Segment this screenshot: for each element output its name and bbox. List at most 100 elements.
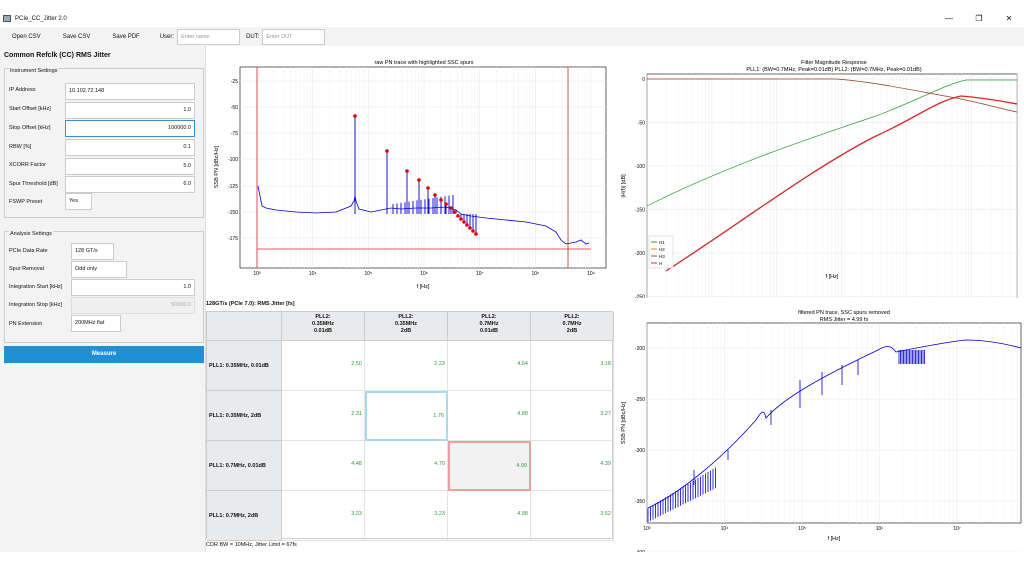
- spur-marker: [385, 149, 389, 153]
- rbw-input[interactable]: 0.1: [65, 139, 195, 156]
- matrix-col-header-line: PLL2:: [564, 314, 580, 320]
- spur-marker: [453, 210, 457, 214]
- y-tick: -75: [231, 131, 238, 137]
- spur-marker: [449, 206, 453, 210]
- filtered-title: filtered PN trace, SSC spurs removed: [798, 310, 890, 316]
- y-tick: -50: [231, 105, 238, 111]
- matrix-cell[interactable]: 2.50: [282, 341, 365, 391]
- filter-response-plot: Filter Magnitude Response PLL1: (BW=0.7M…: [616, 46, 1024, 321]
- panel-title: Common Refclk (CC) RMS Jitter: [4, 52, 111, 59]
- y-tick: -100: [228, 157, 238, 163]
- matrix-cell[interactable]: 3.23: [282, 491, 365, 541]
- matrix-col-header-line: 0.01dB: [313, 328, 333, 334]
- matrix-col-header-line: 0.7MHz: [479, 321, 499, 327]
- minimize-button[interactable]: —: [934, 10, 964, 27]
- matrix-col-header-line: 0.7MHz: [562, 321, 582, 327]
- spur-removal-label: Spur Removal: [9, 266, 44, 272]
- title-bar: PCIe_CC_Jitter 2.0 — ❐ ✕: [0, 10, 1024, 27]
- matrix-cell[interactable]: 4.64: [448, 341, 531, 391]
- matrix-cell[interactable]: 4.70: [365, 441, 448, 491]
- x-tick: 10⁵: [365, 271, 373, 277]
- rbw-label: RBW [%]: [9, 144, 32, 150]
- matrix-col-header: PLL2: 0.35MHz 0.01dB: [282, 312, 365, 341]
- spur-marker: [433, 193, 437, 197]
- int-start-input[interactable]: 1.0: [71, 279, 195, 296]
- matrix-col-header-line: 2dB: [400, 328, 412, 334]
- spur-marker: [426, 186, 430, 190]
- y-tick: 0: [642, 77, 645, 83]
- y-tick: -125: [228, 184, 238, 190]
- spur-marker: [462, 220, 466, 224]
- matrix-corner: [207, 312, 282, 341]
- matrix-cell[interactable]: 3.23: [365, 491, 448, 541]
- spur-threshold-label: Spur Threshold [dB]: [9, 181, 58, 187]
- close-button[interactable]: ✕: [994, 10, 1024, 27]
- dut-input[interactable]: Enter DUT: [262, 28, 326, 45]
- x-tick: 10⁶: [876, 526, 884, 532]
- y-tick: -250: [635, 295, 645, 299]
- matrix-cell[interactable]: 1.76: [365, 391, 448, 441]
- y-tick: -25: [231, 79, 238, 85]
- matrix-cell[interactable]: 4.88: [448, 491, 531, 541]
- fswp-preset-select[interactable]: Yes: [65, 193, 92, 210]
- y-tick: -300: [635, 448, 645, 454]
- matrix-cell[interactable]: 3.27: [531, 391, 614, 441]
- legend-h2: H2: [659, 247, 665, 252]
- open-csv-button[interactable]: Open CSV: [4, 34, 49, 40]
- analysis-settings-title: Analysis Settings: [9, 231, 53, 237]
- x-tick: 10⁸: [531, 271, 539, 277]
- matrix-cell[interactable]: 2.31: [282, 391, 365, 441]
- user-input[interactable]: Enter name: [177, 28, 241, 45]
- matrix-cell[interactable]: 4.88: [448, 391, 531, 441]
- filtered-xlabel: f [Hz]: [828, 536, 841, 542]
- y-tick: -50: [638, 121, 645, 127]
- spur-marker: [468, 226, 472, 230]
- x-tick: 10⁷: [953, 526, 961, 532]
- matrix-row-header: PLL1: 0.7MHz, 2dB: [207, 491, 282, 541]
- legend-h: H: [659, 261, 662, 266]
- matrix-col-header: PLL2: 0.7MHz 2dB: [531, 312, 614, 341]
- filter-xlabel: f [Hz]: [826, 274, 839, 280]
- matrix-col-header-line: PLL2:: [481, 314, 497, 320]
- y-tick: -200: [635, 251, 645, 257]
- xcorr-input[interactable]: 5.0: [65, 158, 195, 175]
- x-tick: 10⁵: [798, 526, 806, 532]
- pn-extension-select[interactable]: 200MHz flat: [71, 315, 121, 332]
- x-tick: 10³: [253, 271, 261, 277]
- spur-marker: [353, 114, 357, 118]
- matrix-col-header: PLL2: 0.35MHz 2dB: [365, 312, 448, 341]
- matrix-cell[interactable]: 2.23: [365, 341, 448, 391]
- raw-pn-ylabel: SSB PN [dBc/Hz]: [214, 145, 220, 188]
- save-pdf-button[interactable]: Save PDF: [104, 34, 147, 40]
- matrix-cell[interactable]: 4.99: [448, 441, 531, 491]
- ip-input[interactable]: 10.102.72.148: [65, 83, 195, 100]
- spur-threshold-input[interactable]: 6.0: [65, 176, 195, 193]
- matrix-cell[interactable]: 4.48: [282, 441, 365, 491]
- start-offset-label: Start Offset [kHz]: [9, 106, 51, 112]
- x-tick: 10⁷: [476, 271, 484, 277]
- save-csv-button[interactable]: Save CSV: [55, 34, 99, 40]
- x-tick: 10⁴: [309, 271, 317, 277]
- maximize-button[interactable]: ❐: [964, 10, 994, 27]
- matrix-cell[interactable]: 3.18: [531, 341, 614, 391]
- ip-label: IP Address: [9, 87, 36, 93]
- measure-button[interactable]: Measure: [4, 346, 204, 363]
- spur-marker: [474, 232, 478, 236]
- spur-removal-select[interactable]: Odd only: [71, 261, 127, 278]
- spur-marker: [459, 217, 463, 221]
- data-rate-select[interactable]: 128 GT/s: [71, 243, 114, 260]
- y-tick: -150: [635, 208, 645, 214]
- y-tick: -250: [635, 397, 645, 403]
- matrix-cell[interactable]: 3.52: [531, 491, 614, 541]
- start-offset-input[interactable]: 1.0: [65, 102, 195, 119]
- int-stop-input: 50000.0: [71, 297, 195, 314]
- matrix-cell[interactable]: 4.39: [531, 441, 614, 491]
- matrix-col-header-line: 0.35MHz: [394, 321, 417, 327]
- y-tick: -350: [635, 499, 645, 505]
- spur-marker: [471, 229, 475, 233]
- stop-offset-input[interactable]: 100000.0: [65, 120, 195, 137]
- toolbar: Open CSV Save CSV Save PDF User: Enter n…: [0, 27, 1024, 46]
- raw-pn-title: raw PN trace with highlighted SSC spurs: [374, 60, 473, 66]
- filter-subtitle: PLL1: (BW=0.7MHz, Peak=0.01dB) PLL2: (BW…: [746, 67, 921, 73]
- spur-marker: [456, 214, 460, 218]
